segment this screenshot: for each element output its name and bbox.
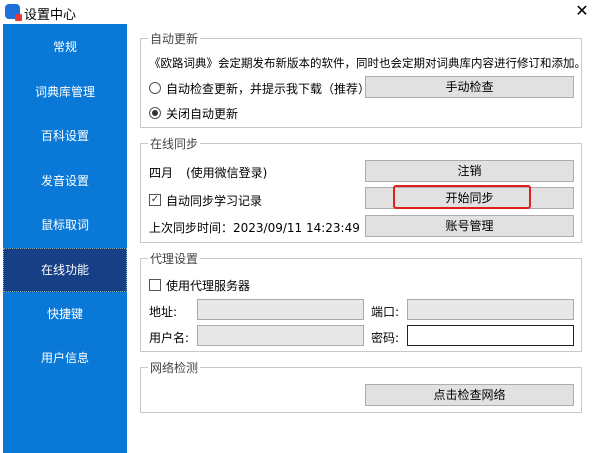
proxy-group: 代理设置 使用代理服务器 地址: 端口: 用户名: 密码:	[140, 250, 582, 352]
group-title: 代理设置	[148, 250, 201, 267]
sidebar-item-general[interactable]: 常规	[3, 25, 127, 69]
account-manage-button[interactable]: 账号管理	[365, 215, 574, 237]
check-network-button[interactable]: 点击检查网络	[365, 384, 574, 406]
sidebar-item-online[interactable]: 在线功能	[3, 248, 127, 292]
username-text: 四月	[149, 166, 174, 180]
auto-sync-label[interactable]: 自动同步学习记录	[166, 192, 262, 209]
auto-check-label[interactable]: 自动检查更新，并提示我下载（推荐）	[166, 80, 370, 97]
close-icon[interactable]: ✕	[568, 0, 596, 24]
update-description: 《欧路词典》会定期发布新版本的软件，同时也会定期对词典库内容进行修订和添加。	[149, 56, 586, 70]
sidebar-item-encyclopedia[interactable]: 百科设置	[3, 114, 127, 158]
login-method-text: (使用微信登录)	[186, 166, 268, 180]
username-label: 用户名:	[149, 331, 190, 345]
sidebar-item-mouse-lookup[interactable]: 鼠标取词	[3, 203, 127, 247]
title-bar: 设置中心 ✕	[0, 0, 600, 24]
group-title: 自动更新	[148, 30, 201, 47]
username-input[interactable]	[197, 325, 364, 346]
use-proxy-checkbox[interactable]	[149, 279, 161, 291]
sidebar-item-pronunciation[interactable]: 发音设置	[3, 159, 127, 203]
password-input[interactable]	[407, 325, 574, 346]
sidebar-item-user-info[interactable]: 用户信息	[3, 336, 127, 380]
group-title: 在线同步	[148, 135, 201, 152]
use-proxy-label[interactable]: 使用代理服务器	[166, 277, 250, 294]
disable-update-radio[interactable]	[149, 107, 161, 119]
auto-check-radio[interactable]	[149, 82, 161, 94]
auto-update-group: 自动更新 《欧路词典》会定期发布新版本的软件，同时也会定期对词典库内容进行修订和…	[140, 30, 586, 128]
online-sync-group: 在线同步 四月 (使用微信登录) 注销 ✓ 自动同步学习记录 开始同步 上次同步…	[140, 135, 582, 243]
sidebar-item-dictionary-library[interactable]: 词典库管理	[3, 70, 127, 114]
disable-update-label[interactable]: 关闭自动更新	[166, 105, 238, 122]
window-title: 设置中心	[24, 8, 77, 23]
app-icon	[5, 4, 22, 21]
network-check-group: 网络检测 点击检查网络	[140, 359, 582, 413]
password-label: 密码:	[371, 331, 400, 345]
port-label: 端口:	[371, 305, 400, 319]
port-input[interactable]	[407, 299, 574, 320]
auto-sync-checkbox[interactable]: ✓	[149, 194, 161, 206]
last-sync-time: 上次同步时间：2023/09/11 14:23:49	[149, 221, 360, 235]
sidebar: 常规 词典库管理 百科设置 发音设置 鼠标取词 在线功能 快捷键 用户信息	[3, 24, 127, 453]
logout-button[interactable]: 注销	[365, 160, 574, 182]
sidebar-item-shortcuts[interactable]: 快捷键	[3, 292, 127, 336]
start-sync-button[interactable]: 开始同步	[365, 187, 574, 209]
address-label: 地址:	[149, 305, 178, 319]
group-title: 网络检测	[148, 359, 201, 376]
address-input[interactable]	[197, 299, 364, 320]
manual-check-button[interactable]: 手动检查	[365, 76, 574, 98]
